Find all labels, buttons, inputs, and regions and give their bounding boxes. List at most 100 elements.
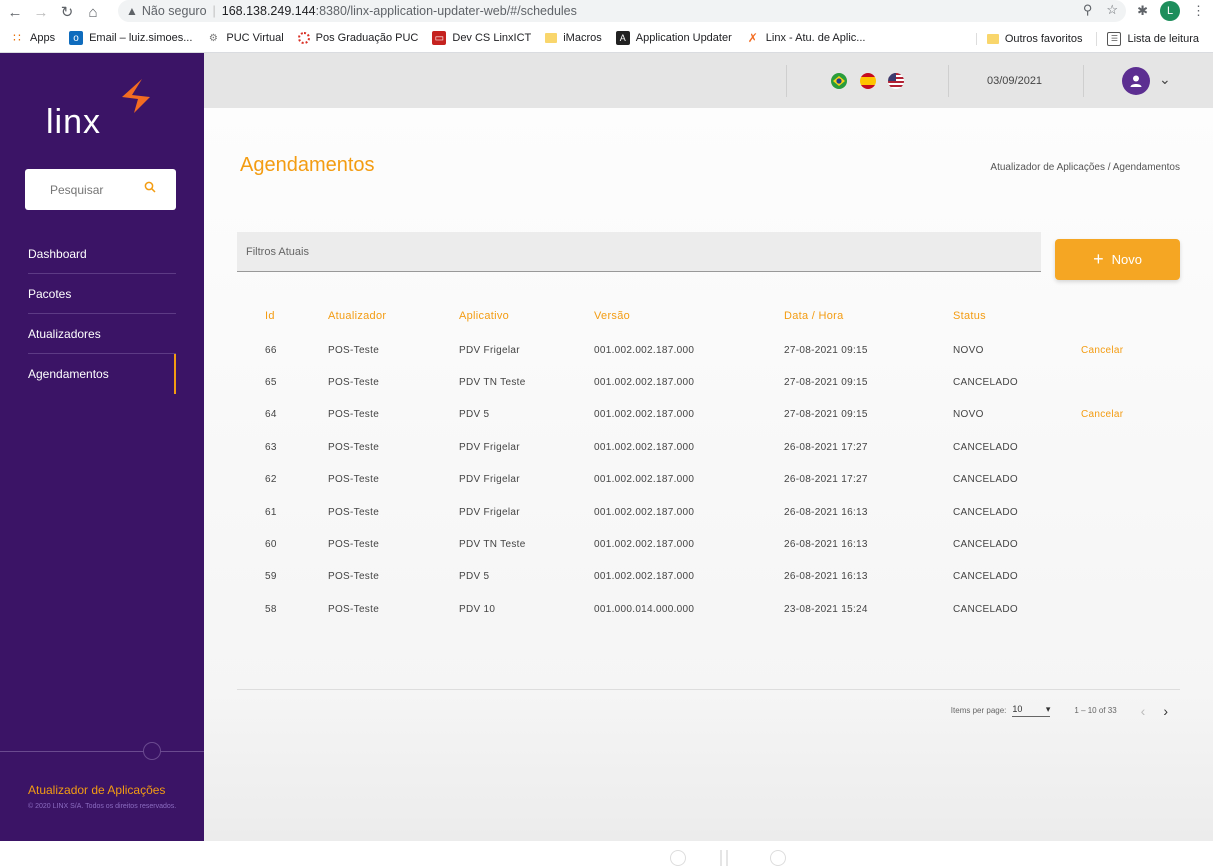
bookmark-lista-leitura[interactable]: ☰ Lista de leitura bbox=[1096, 31, 1199, 46]
profile-avatar[interactable]: L bbox=[1160, 1, 1180, 21]
table-row[interactable]: 60 POS-Teste PDV TN Teste 001.002.002.187.0… bbox=[237, 528, 1180, 560]
table-row[interactable]: 63 POS-Teste PDV Frigelar 001.002.002.187.0… bbox=[237, 431, 1180, 463]
star-icon[interactable]: ☆ bbox=[1106, 2, 1118, 18]
cell-data-hora: 23-08-2021 15:24 bbox=[784, 603, 868, 615]
user-avatar[interactable] bbox=[1122, 67, 1150, 95]
warning-icon: ▲ bbox=[126, 4, 138, 18]
brazil-flag-icon[interactable] bbox=[831, 73, 847, 89]
logo-text: linx bbox=[46, 103, 102, 141]
cell-aplicativo: PDV Frigelar bbox=[459, 474, 520, 486]
sidebar-item-label: Dashboard bbox=[28, 246, 87, 261]
bookmark-outros-favoritos[interactable]: Outros favoritos bbox=[975, 32, 1082, 45]
table-row[interactable]: 65 POS-Teste PDV TN Teste 001.002.002.187.0… bbox=[237, 366, 1180, 398]
cell-status: CANCELADO bbox=[953, 603, 1018, 615]
cancel-link bbox=[1081, 431, 1180, 463]
sidebar-divider bbox=[0, 751, 204, 752]
sidebar-item-atualizadores[interactable]: Atualizadores bbox=[28, 314, 176, 354]
items-per-page-select[interactable]: 10 ▾ bbox=[1012, 704, 1051, 717]
breadcrumb[interactable]: Atualizador de Aplicações / Agendamentos bbox=[990, 162, 1180, 173]
cell-atualizador: POS-Teste bbox=[328, 409, 380, 421]
sidebar-item-label: Pacotes bbox=[28, 286, 72, 301]
cell-versao: 001.002.002.187.000 bbox=[594, 344, 695, 356]
header-divider bbox=[1083, 65, 1084, 97]
cancel-link bbox=[1081, 366, 1180, 398]
cell-data-hora: 26-08-2021 16:13 bbox=[784, 506, 868, 518]
linx-logo: linx bbox=[46, 79, 156, 141]
column-header-data-hora[interactable]: Data / Hora bbox=[784, 298, 953, 334]
home-icon[interactable]: ⌂ bbox=[82, 1, 104, 23]
bookmark-label: Application Updater bbox=[635, 32, 732, 44]
bookmark-label: Lista de leitura bbox=[1127, 32, 1199, 45]
search-icon[interactable] bbox=[144, 181, 156, 193]
sidebar-item-pacotes[interactable]: Pacotes bbox=[28, 274, 176, 314]
back-icon[interactable]: ← bbox=[4, 1, 26, 23]
spain-flag-icon[interactable] bbox=[860, 73, 876, 89]
angular-icon: A bbox=[615, 31, 630, 45]
zoom-icon[interactable]: ⚲ bbox=[1083, 2, 1093, 18]
column-header-aplicativo[interactable]: Aplicativo bbox=[459, 298, 594, 334]
sidebar-item-dashboard[interactable]: Dashboard bbox=[28, 234, 176, 274]
cell-data-hora: 26-08-2021 16:13 bbox=[784, 539, 868, 551]
plus-icon: + bbox=[1093, 249, 1104, 269]
chevron-down-icon[interactable]: ⌄ bbox=[1159, 71, 1171, 88]
cancel-link[interactable]: Cancelar bbox=[1081, 334, 1180, 366]
cancel-link bbox=[1081, 528, 1180, 560]
bookmark-email[interactable]: o Email – luiz.simoes... bbox=[69, 31, 192, 45]
cell-id: 61 bbox=[265, 506, 277, 518]
sidebar-collapse-handle[interactable] bbox=[143, 742, 161, 760]
security-label: Não seguro bbox=[141, 4, 207, 18]
bookmark-pos-graduacao[interactable]: Pos Graduação PUC bbox=[297, 32, 418, 44]
cell-aplicativo: PDV 5 bbox=[459, 571, 490, 583]
cell-data-hora: 26-08-2021 17:27 bbox=[784, 441, 868, 453]
more-menu-icon[interactable]: ⋮ bbox=[1192, 3, 1205, 19]
filters-bar[interactable]: Filtros Atuais bbox=[237, 232, 1041, 272]
sidebar-item-label: Atualizadores bbox=[28, 326, 101, 341]
cell-aplicativo: PDV Frigelar bbox=[459, 344, 520, 356]
cell-aplicativo: PDV 5 bbox=[459, 409, 490, 421]
table-row[interactable]: 61 POS-Teste PDV Frigelar 001.002.002.187.0… bbox=[237, 496, 1180, 528]
bookmark-linx[interactable]: ✗ Linx - Atu. de Aplic... bbox=[746, 31, 866, 45]
bookmark-apps[interactable]: ∷ Apps bbox=[10, 31, 55, 45]
table-row[interactable]: 62 POS-Teste PDV Frigelar 001.002.002.187.0… bbox=[237, 464, 1180, 496]
cell-atualizador: POS-Teste bbox=[328, 506, 380, 518]
cell-aplicativo: PDV Frigelar bbox=[459, 506, 520, 518]
address-bar[interactable]: ▲ Não seguro | 168.138.249.144:8380/linx… bbox=[118, 0, 1126, 22]
table-row[interactable]: 58 POS-Teste PDV 10 001.000.014.000.000 23-0… bbox=[237, 593, 1180, 625]
next-page-icon[interactable]: › bbox=[1163, 703, 1168, 719]
cell-versao: 001.002.002.187.000 bbox=[594, 409, 695, 421]
reload-icon[interactable]: ↻ bbox=[56, 1, 78, 23]
usa-flag-icon[interactable] bbox=[888, 73, 904, 89]
column-header-versao[interactable]: Versão bbox=[594, 298, 784, 334]
cell-id: 60 bbox=[265, 539, 277, 551]
extensions-icon[interactable]: ✱ bbox=[1137, 3, 1148, 19]
bookmark-puc-virtual[interactable]: ⚙ PUC Virtual bbox=[206, 31, 284, 45]
table-row[interactable]: 64 POS-Teste PDV 5 001.002.002.187.000 27-08… bbox=[237, 399, 1180, 431]
search-input[interactable] bbox=[50, 182, 140, 197]
previous-page-icon[interactable]: ‹ bbox=[1141, 703, 1146, 719]
cell-aplicativo: PDV TN Teste bbox=[459, 539, 526, 551]
cell-versao: 001.002.002.187.000 bbox=[594, 474, 695, 486]
bookmark-dev-cs[interactable]: ▭ Dev CS LinxICT bbox=[432, 31, 531, 45]
sidebar-item-agendamentos[interactable]: Agendamentos bbox=[28, 354, 176, 394]
cancel-link[interactable]: Cancelar bbox=[1081, 399, 1180, 431]
column-header-status[interactable]: Status bbox=[953, 298, 1081, 334]
cell-id: 64 bbox=[265, 409, 277, 421]
cell-aplicativo: PDV 10 bbox=[459, 603, 496, 615]
table-row[interactable]: 66 POS-Teste PDV Frigelar 001.002.002.187.0… bbox=[237, 334, 1180, 366]
sidebar-search[interactable] bbox=[25, 169, 176, 210]
bookmark-imacros[interactable]: iMacros bbox=[545, 32, 602, 44]
table-header-row: Id Atualizador Aplicativo Versão Data / … bbox=[237, 298, 1180, 334]
forward-icon[interactable]: → bbox=[30, 1, 52, 23]
column-header-id[interactable]: Id bbox=[237, 298, 328, 334]
table-row[interactable]: 59 POS-Teste PDV 5 001.002.002.187.000 26-08… bbox=[237, 561, 1180, 593]
bookmark-application-updater[interactable]: A Application Updater bbox=[615, 31, 732, 45]
cell-id: 63 bbox=[265, 441, 277, 453]
new-schedule-button[interactable]: + Novo bbox=[1055, 239, 1180, 280]
video-pause-icon bbox=[720, 850, 728, 866]
app-name: Atualizador de Aplicações bbox=[28, 783, 166, 797]
cancel-link bbox=[1081, 464, 1180, 496]
cell-status: NOVO bbox=[953, 344, 984, 356]
cell-status: CANCELADO bbox=[953, 571, 1018, 583]
cell-data-hora: 26-08-2021 16:13 bbox=[784, 571, 868, 583]
column-header-atualizador[interactable]: Atualizador bbox=[328, 298, 459, 334]
